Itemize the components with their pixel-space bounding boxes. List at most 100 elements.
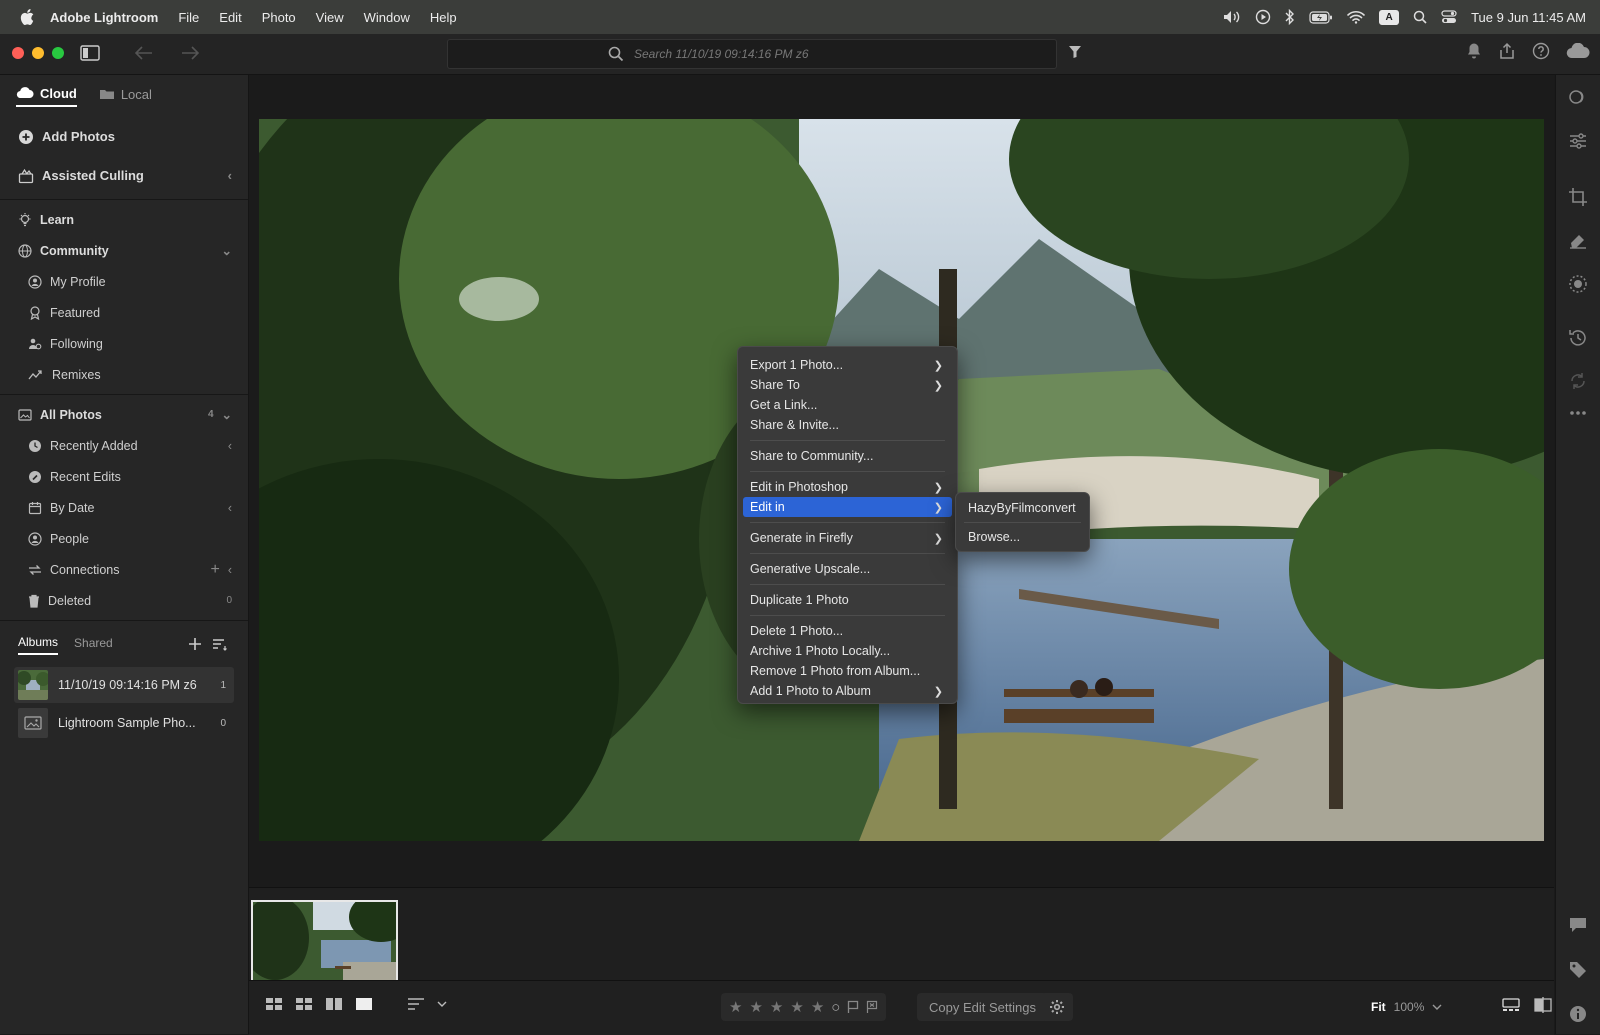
forward-arrow-icon[interactable]: [180, 44, 200, 62]
star-rating-icon[interactable]: ★: [729, 998, 742, 1016]
unrated-circle-icon[interactable]: ○: [831, 999, 840, 1016]
menubar-clock[interactable]: Tue 9 Jun 11:45 AM: [1471, 10, 1586, 25]
sidebar-item-connections[interactable]: Connections + ‹: [0, 554, 248, 585]
chevron-left-icon[interactable]: ‹: [228, 501, 232, 515]
sort-icon[interactable]: [407, 997, 425, 1011]
chevron-left-icon[interactable]: ‹: [228, 439, 232, 453]
spotlight-search-icon[interactable]: [1413, 10, 1427, 24]
before-after-compare-icon[interactable]: [1534, 997, 1552, 1013]
input-source-indicator[interactable]: A: [1379, 9, 1400, 25]
menu-help[interactable]: Help: [430, 10, 457, 25]
menu-item-share-community[interactable]: Share to Community...: [743, 446, 952, 466]
album-item[interactable]: Lightroom Sample Pho... 0: [14, 705, 234, 741]
menu-item-export[interactable]: Export 1 Photo... ❯: [743, 355, 952, 375]
chevron-left-icon[interactable]: ‹: [228, 563, 232, 577]
control-center-icon[interactable]: [1441, 10, 1457, 24]
menu-photo[interactable]: Photo: [262, 10, 296, 25]
star-rating-icon[interactable]: ★: [790, 998, 803, 1016]
add-connection-plus-icon[interactable]: +: [210, 561, 219, 579]
menu-view[interactable]: View: [316, 10, 344, 25]
app-menu[interactable]: Adobe Lightroom: [50, 10, 158, 25]
sidebar-item-by-date[interactable]: By Date ‹: [0, 492, 248, 523]
copy-edit-settings-button[interactable]: Copy Edit Settings: [917, 993, 1048, 1021]
tab-local[interactable]: Local: [99, 87, 152, 106]
comments-icon[interactable]: [1568, 916, 1588, 934]
pick-flag-icon[interactable]: [847, 1000, 859, 1014]
more-options-icon[interactable]: [1568, 410, 1588, 416]
search-input[interactable]: [632, 46, 896, 62]
menu-edit[interactable]: Edit: [219, 10, 241, 25]
reject-flag-icon[interactable]: [866, 1000, 878, 1014]
sidebar-item-people[interactable]: People: [0, 523, 248, 554]
menu-item-share-invite[interactable]: Share & Invite...: [743, 415, 952, 435]
detail-view-icon[interactable]: [355, 997, 373, 1011]
submenu-item-hazybyfilmconvert[interactable]: HazyByFilmconvert: [961, 498, 1084, 518]
menu-item-get-link[interactable]: Get a Link...: [743, 395, 952, 415]
star-rating-icon[interactable]: ★: [811, 998, 824, 1016]
menu-window[interactable]: Window: [364, 10, 410, 25]
menu-item-share-to[interactable]: Share To ❯: [743, 375, 952, 395]
bluetooth-icon[interactable]: [1285, 9, 1295, 25]
sidebar-item-remixes[interactable]: Remixes: [0, 359, 248, 390]
sidebar-item-deleted[interactable]: Deleted 0: [0, 585, 248, 616]
menu-item-archive[interactable]: Archive 1 Photo Locally...: [743, 641, 952, 661]
tab-albums[interactable]: Albums: [18, 635, 59, 655]
presets-icon[interactable]: [1568, 88, 1588, 106]
sidebar-item-following[interactable]: Following: [0, 328, 248, 359]
search-field[interactable]: [447, 39, 1057, 69]
keywords-tag-icon[interactable]: [1568, 960, 1588, 978]
chevron-down-icon[interactable]: ⌄: [222, 243, 232, 258]
menu-item-duplicate[interactable]: Duplicate 1 Photo: [743, 590, 952, 610]
chevron-left-icon[interactable]: ‹: [228, 168, 232, 183]
toggle-panel-icon[interactable]: [80, 44, 100, 62]
menu-item-delete[interactable]: Delete 1 Photo...: [743, 621, 952, 641]
sidebar-item-recently-added[interactable]: Recently Added ‹: [0, 430, 248, 461]
sync-disabled-icon[interactable]: [1568, 371, 1588, 391]
zoom-window-button[interactable]: [52, 47, 64, 59]
sort-albums-icon[interactable]: [212, 637, 228, 651]
version-history-icon[interactable]: [1568, 328, 1588, 348]
play-circle-icon[interactable]: [1255, 9, 1271, 25]
chevron-down-icon[interactable]: [1432, 1003, 1442, 1011]
volume-icon[interactable]: [1223, 10, 1241, 24]
star-rating-icon[interactable]: ★: [770, 998, 783, 1016]
star-rating-icon[interactable]: ★: [749, 998, 762, 1016]
sidebar-item-learn[interactable]: Learn: [0, 204, 248, 235]
edit-sliders-icon[interactable]: [1568, 132, 1588, 150]
tab-shared[interactable]: Shared: [74, 636, 113, 654]
compare-view-icon[interactable]: [325, 997, 343, 1011]
zoom-fit-label[interactable]: Fit: [1371, 1000, 1386, 1014]
notifications-bell-icon[interactable]: [1466, 42, 1482, 60]
masking-icon[interactable]: [1568, 274, 1588, 294]
minimize-window-button[interactable]: [32, 47, 44, 59]
apple-icon[interactable]: [16, 9, 38, 25]
menu-file[interactable]: File: [178, 10, 199, 25]
square-grid-view-icon[interactable]: [265, 997, 283, 1011]
back-arrow-icon[interactable]: [134, 44, 154, 62]
battery-icon[interactable]: [1309, 10, 1333, 24]
info-icon[interactable]: [1568, 1004, 1588, 1024]
sidebar-item-all-photos[interactable]: All Photos 4 ⌄: [0, 399, 248, 430]
chevron-down-icon[interactable]: ⌄: [222, 407, 232, 422]
menu-item-generate-firefly[interactable]: Generate in Firefly ❯: [743, 528, 952, 548]
wifi-icon[interactable]: [1347, 10, 1365, 24]
menu-item-edit-in[interactable]: Edit in ❯: [743, 497, 952, 517]
tab-cloud[interactable]: Cloud: [16, 86, 77, 107]
filter-icon[interactable]: [1068, 45, 1082, 59]
sidebar-item-community[interactable]: Community ⌄: [0, 235, 248, 266]
close-window-button[interactable]: [12, 47, 24, 59]
add-album-icon[interactable]: [188, 637, 202, 651]
menu-item-remove-from-album[interactable]: Remove 1 Photo from Album...: [743, 661, 952, 681]
album-item-selected[interactable]: 11/10/19 09:14:16 PM z6 1: [14, 667, 234, 703]
zoom-control[interactable]: Fit 100%: [1371, 1000, 1442, 1014]
menu-item-edit-in-photoshop[interactable]: Edit in Photoshop ❯: [743, 477, 952, 497]
filmstrip-thumbnail-selected[interactable]: [251, 900, 398, 982]
menu-item-generative-upscale[interactable]: Generative Upscale...: [743, 559, 952, 579]
filmstrip-toggle-icon[interactable]: [1502, 998, 1520, 1012]
cloud-sync-icon[interactable]: [1566, 43, 1590, 59]
sidebar-item-featured[interactable]: Featured: [0, 297, 248, 328]
share-icon[interactable]: [1498, 42, 1516, 60]
sidebar-item-my-profile[interactable]: My Profile: [0, 266, 248, 297]
edit-settings-gear-icon[interactable]: [1041, 993, 1073, 1021]
add-photos-button[interactable]: Add Photos: [0, 117, 248, 156]
